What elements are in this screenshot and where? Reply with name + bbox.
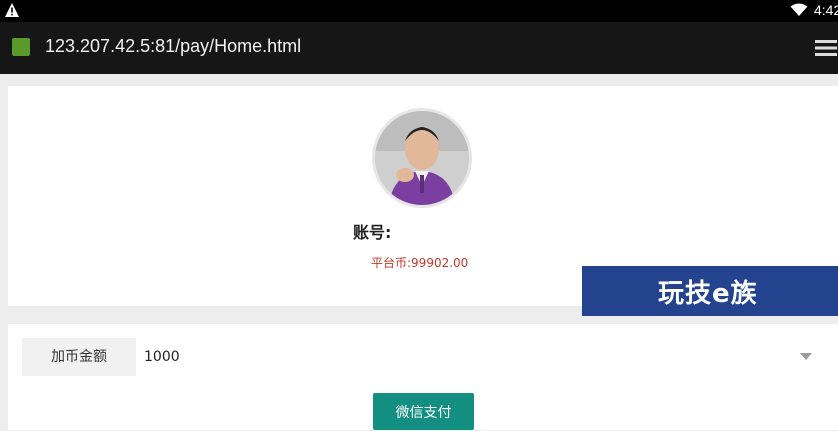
status-bar: 4:42: [0, 0, 838, 22]
menu-icon[interactable]: [815, 39, 837, 57]
avatar: [372, 108, 472, 208]
warning-icon: [5, 3, 19, 17]
browser-url-bar[interactable]: 123.207.42.5:81/pay/Home.html: [0, 22, 838, 74]
chevron-down-icon[interactable]: [800, 353, 812, 360]
amount-select[interactable]: 1000: [136, 338, 824, 376]
platform-balance: 平台币:99902.00: [371, 256, 469, 270]
favicon-icon: [12, 38, 30, 56]
account-label: 账号:: [353, 223, 392, 242]
wifi-icon: [790, 3, 808, 16]
watermark-logo: 玩技e族: [582, 266, 838, 316]
amount-label: 加币金额: [22, 338, 136, 376]
wechat-pay-button[interactable]: 微信支付: [373, 393, 474, 430]
url-text[interactable]: 123.207.42.5:81/pay/Home.html: [45, 36, 301, 57]
avatar-image: [375, 111, 469, 205]
clock: 4:42: [814, 2, 838, 18]
